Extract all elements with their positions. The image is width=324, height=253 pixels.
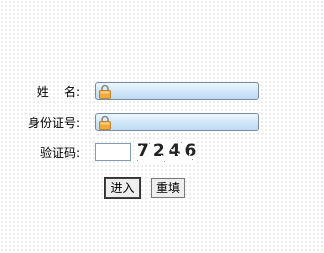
enter-button[interactable]: 进入 xyxy=(104,177,141,199)
captcha-image[interactable]: 7246 xyxy=(134,140,196,164)
name-field-container[interactable] xyxy=(95,82,259,100)
id-number-label: 身份证号: xyxy=(27,116,80,130)
name-label: 姓 名: xyxy=(36,85,80,99)
captcha-input[interactable] xyxy=(95,143,131,161)
lock-icon xyxy=(99,115,111,130)
name-input[interactable] xyxy=(116,84,256,98)
captcha-image-text: 7246 xyxy=(137,141,201,161)
id-number-field-container[interactable] xyxy=(95,113,259,131)
lock-icon xyxy=(99,84,111,99)
captcha-label: 验证码: xyxy=(39,146,80,160)
reset-button[interactable]: 重填 xyxy=(151,178,185,198)
id-number-input[interactable] xyxy=(116,115,256,129)
